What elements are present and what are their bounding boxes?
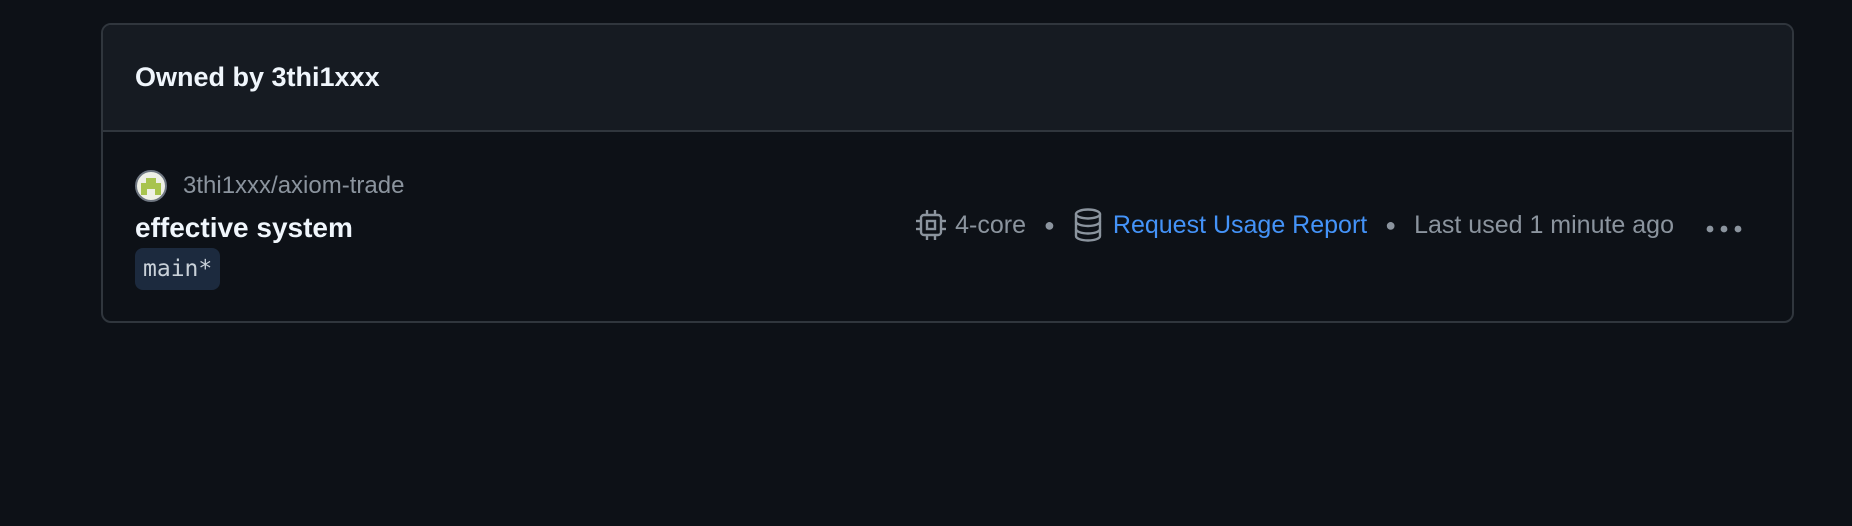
codespace-row[interactable]: 3thi1xxx/axiom-trade effective system ma… bbox=[103, 132, 1792, 321]
branch-badge: main* bbox=[135, 248, 221, 290]
card-header: Owned by 3thi1xxx bbox=[103, 25, 1792, 132]
repository-name[interactable]: 3thi1xxx/axiom-trade bbox=[183, 172, 404, 200]
last-used-text: Last used 1 minute ago bbox=[1414, 210, 1674, 239]
codespace-meta: 4-core ● Request Usage Report ● Last use… bbox=[915, 205, 1744, 245]
more-options-button[interactable] bbox=[1704, 205, 1744, 245]
codespaces-page: Owned by 3thi1xxx 3thi1xxx/axiom-trade e… bbox=[0, 0, 1852, 526]
owner-avatar bbox=[135, 170, 167, 202]
repository-line: 3thi1xxx/axiom-trade bbox=[135, 170, 404, 202]
codespace-name[interactable]: effective system bbox=[135, 212, 353, 244]
owner-codespaces-card: Owned by 3thi1xxx 3thi1xxx/axiom-trade e… bbox=[101, 23, 1794, 323]
separator-dot: ● bbox=[1385, 214, 1397, 235]
request-usage-report-link[interactable]: Request Usage Report bbox=[1113, 211, 1367, 240]
separator-dot: ● bbox=[1044, 214, 1055, 235]
machine-type: 4-core bbox=[955, 210, 1027, 239]
owner-section-title: Owned by 3thi1xxx bbox=[135, 62, 380, 92]
kebab-horizontal-icon bbox=[1706, 211, 1742, 240]
database-icon bbox=[1073, 208, 1103, 242]
cpu-icon bbox=[915, 208, 947, 242]
